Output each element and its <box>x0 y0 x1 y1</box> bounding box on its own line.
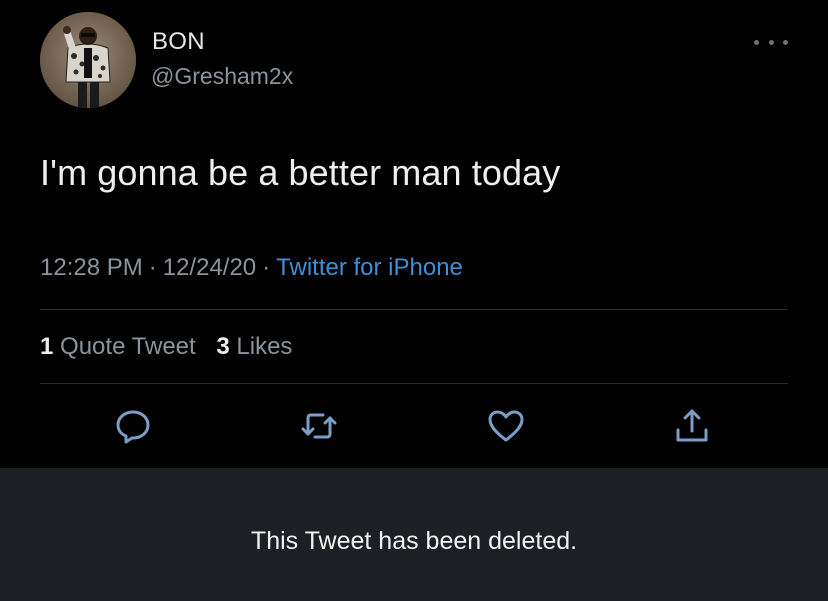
tweet-meta: 12:28 PM · 12/24/20 · Twitter for iPhone <box>40 254 463 282</box>
tweet-time: 12:28 PM <box>40 254 143 281</box>
meta-separator: · <box>262 254 271 281</box>
quote-tweets-label: Quote Tweet <box>60 333 196 360</box>
tweet-date: 12/24/20 <box>162 254 257 281</box>
display-name[interactable]: BON <box>152 28 205 56</box>
meta-separator: · <box>148 254 157 281</box>
likes-label: Likes <box>236 333 293 360</box>
quote-tweets-count: 1 <box>40 333 54 360</box>
tweet-source-link[interactable]: Twitter for iPhone <box>276 254 463 281</box>
avatar[interactable] <box>40 12 136 108</box>
tweet-stats: 1 Quote Tweet 3 Likes <box>40 333 306 361</box>
user-avatar-photo-icon <box>40 12 136 108</box>
more-options-icon[interactable] <box>754 32 788 52</box>
dot <box>783 39 788 45</box>
reply-icon[interactable] <box>113 406 153 446</box>
tweet-detail: BON @Gresham2x I'm gonna be a better man… <box>0 0 828 468</box>
deleted-tweet-message: This Tweet has been deleted. <box>250 527 578 555</box>
retweet-icon[interactable] <box>299 406 339 446</box>
quote-tweets-stat[interactable]: 1 Quote Tweet <box>40 333 196 360</box>
heart-icon[interactable] <box>486 406 526 446</box>
likes-stat[interactable]: 3 Likes <box>216 333 292 360</box>
user-handle[interactable]: @Gresham2x <box>151 63 293 90</box>
share-icon[interactable] <box>672 406 712 446</box>
divider <box>40 309 788 310</box>
dot <box>754 39 759 45</box>
dot <box>768 39 774 45</box>
tweet-text: I'm gonna be a better man today <box>40 152 561 193</box>
divider <box>40 383 788 384</box>
likes-count: 3 <box>216 333 230 360</box>
